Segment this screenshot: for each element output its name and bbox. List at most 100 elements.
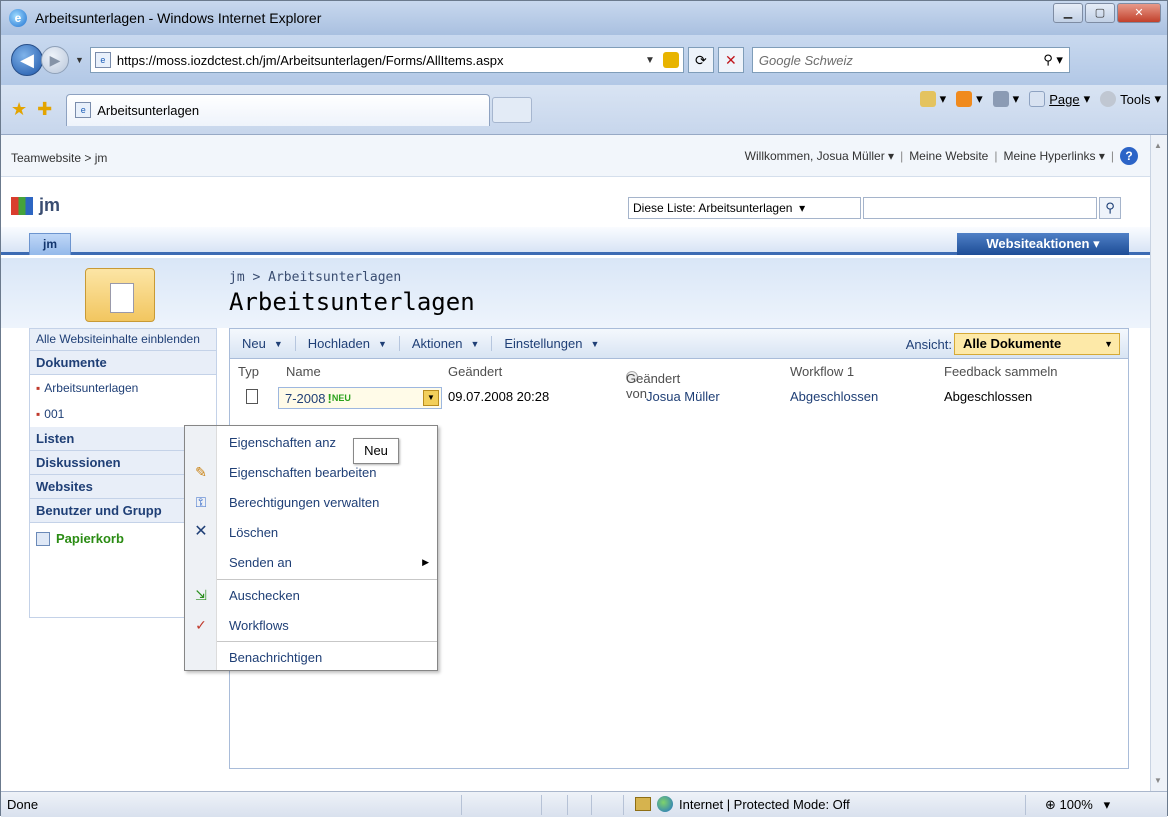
search-icon[interactable]: ⚲ ▾	[1043, 52, 1063, 68]
address-bar: ◀ ▶ ▼ e https://moss.iozdctest.ch/jm/Arb…	[1, 35, 1167, 85]
print-button[interactable]: ▾	[992, 91, 1019, 107]
zoom-level[interactable]: ⊕ 100% ▾	[1045, 797, 1110, 813]
back-button[interactable]: ◀	[11, 44, 43, 76]
url-text[interactable]: https://moss.iozdctest.ch/jm/Arbeitsunte…	[117, 53, 641, 68]
rss-icon	[956, 91, 973, 107]
site-search-button[interactable]: ⚲	[1099, 197, 1121, 219]
new-menu[interactable]: Neu ▼	[230, 336, 296, 351]
menu-check-out[interactable]: ⇲ Auschecken	[185, 581, 437, 609]
recycle-bin-icon	[36, 531, 50, 546]
menu-workflows[interactable]: ✓ Workflows	[185, 611, 437, 639]
col-name[interactable]: Name	[286, 364, 321, 379]
ql-item-arbeitsunterlagen[interactable]: ▪ Arbeitsunterlagen	[30, 375, 216, 401]
menu-alert-me[interactable]: Benachrichtigen	[185, 643, 437, 671]
delete-icon: ✕	[194, 523, 208, 540]
all-content-link[interactable]: Alle Websiteinhalte einblenden	[30, 329, 216, 351]
folder-icon	[85, 268, 155, 322]
refresh-button[interactable]: ⟳	[687, 47, 714, 73]
workflow-icon: ✓	[195, 617, 207, 633]
my-site-link[interactable]: Meine Website	[909, 149, 988, 163]
search-field[interactable]: Google Schweiz ⚲ ▾	[751, 47, 1070, 73]
site-logo[interactable]: jm	[11, 195, 60, 216]
item-modified-by[interactable]: Josua Müller	[646, 389, 720, 404]
item-name[interactable]: 7-2008	[279, 391, 325, 406]
welcome-menu[interactable]: Willkommen, Josua Müller ▾	[745, 149, 894, 163]
forward-button[interactable]: ▶	[41, 46, 69, 74]
document-icon[interactable]	[246, 389, 258, 404]
col-feedback[interactable]: Feedback sammeln	[944, 364, 1057, 379]
search-placeholder: Google Schweiz	[758, 52, 853, 68]
view-label: Ansicht:	[905, 337, 952, 352]
col-workflow[interactable]: Workflow 1	[790, 364, 854, 379]
url-dropdown-icon[interactable]: ▼	[645, 55, 655, 66]
site-actions-menu[interactable]: Websiteaktionen ▾	[957, 233, 1129, 255]
minimize-button[interactable]: ▁	[1053, 3, 1083, 23]
maximize-button[interactable]: ▢	[1085, 3, 1115, 23]
upload-menu[interactable]: Hochladen ▼	[296, 336, 400, 351]
column-headers: Typ Name Geändert Geändert von Workflow …	[238, 363, 1058, 402]
menu-delete[interactable]: ✕ Löschen	[185, 518, 437, 546]
menu-manage-permissions[interactable]: ⚿ Berechtigungen verwalten	[185, 488, 437, 516]
tab-title: Arbeitsunterlagen	[97, 102, 200, 118]
status-text: Done	[7, 797, 39, 812]
add-favorite-icon[interactable]: ✚	[37, 99, 52, 120]
menu-send-to[interactable]: Senden an ▶	[185, 548, 437, 576]
item-workflow[interactable]: Abgeschlossen	[790, 389, 878, 404]
menu-edit-properties[interactable]: ✎ Eigenschaften bearbeiten	[185, 458, 437, 486]
protected-mode-icon	[635, 797, 651, 811]
new-tab-button[interactable]	[492, 96, 533, 123]
permissions-icon: ⚿	[195, 494, 207, 510]
site-header: jm Diese Liste: Arbeitsunterlagen ▾ ⚲	[1, 177, 1150, 227]
view-select[interactable]: Alle Dokumente ▼	[954, 333, 1120, 355]
top-nav: jm Websiteaktionen ▾	[1, 227, 1150, 255]
search-scope-select[interactable]: Diese Liste: Arbeitsunterlagen ▾	[628, 197, 861, 219]
global-links-bar: Teamwebsite > jm Willkommen, Josua Mülle…	[1, 135, 1150, 177]
page-breadcrumb[interactable]: jm > Arbeitsunterlagen	[229, 270, 401, 285]
page-menu[interactable]: Page ▾	[1029, 91, 1090, 107]
menu-view-properties[interactable]: Eigenschaften anz	[185, 428, 437, 456]
globe-icon	[657, 796, 673, 812]
url-field[interactable]: e https://moss.iozdctest.ch/jm/Arbeitsun…	[89, 47, 684, 73]
item-name-box[interactable]: 7-2008 ! NEU ▼	[278, 387, 442, 409]
col-type[interactable]: Typ	[238, 364, 259, 379]
table-row: 7-2008 ! NEU ▼ 09.07.2008 20:28 Josua Mü…	[230, 385, 1128, 409]
page-title: Arbeitsunterlagen	[229, 288, 475, 316]
browser-tab[interactable]: e Arbeitsunterlagen	[66, 93, 491, 126]
gear-icon	[1100, 91, 1117, 107]
global-breadcrumb[interactable]: Teamwebsite > jm	[11, 151, 107, 165]
list-toolbar: Neu ▼ Hochladen ▼ Aktionen ▼ Einstellungen ▼…	[230, 329, 1128, 359]
feeds-button[interactable]: ▾	[956, 91, 983, 107]
home-icon	[919, 91, 936, 107]
help-icon[interactable]: ?	[1120, 147, 1138, 165]
people-icon	[11, 196, 33, 215]
browser-window: e Arbeitsunterlagen - Windows Internet E…	[0, 0, 1168, 817]
ql-item-001[interactable]: ▪ 001	[30, 401, 216, 427]
item-modified: 09.07.2008 20:28	[448, 389, 550, 404]
vertical-scrollbar[interactable]: ▲ ▼	[1150, 135, 1167, 791]
item-menu-dropdown[interactable]: ▼	[423, 390, 439, 406]
home-button[interactable]: ▾	[919, 91, 946, 107]
lock-icon[interactable]	[662, 52, 679, 68]
ie-logo-icon: e	[9, 9, 27, 27]
actions-menu[interactable]: Aktionen ▼	[400, 336, 493, 351]
tab-bar: ★ ✚ e Arbeitsunterlagen ▾ ▾ ▾ Page ▾ Tool…	[1, 85, 1167, 135]
stop-button[interactable]: ✕	[717, 47, 744, 73]
col-modified[interactable]: Geändert	[448, 364, 502, 379]
history-dropdown-icon[interactable]: ▼	[75, 55, 84, 65]
tools-menu[interactable]: Tools ▾	[1100, 91, 1161, 107]
page-title-area: jm > Arbeitsunterlagen Arbeitsunterlagen	[1, 258, 1150, 328]
tab-jm[interactable]: jm	[29, 233, 71, 255]
printer-icon	[992, 91, 1009, 107]
status-bar: Done Internet | Protected Mode: Off ⊕ 10…	[1, 791, 1167, 817]
page-menu-icon	[1029, 91, 1046, 107]
documents-heading[interactable]: Dokumente	[30, 351, 216, 375]
tooltip: Neu	[353, 438, 399, 464]
close-button[interactable]: ✕	[1117, 3, 1161, 23]
site-search-input[interactable]	[863, 197, 1097, 219]
window-title: Arbeitsunterlagen - Windows Internet Exp…	[35, 10, 322, 26]
settings-menu[interactable]: Einstellungen ▼	[492, 336, 611, 351]
item-feedback[interactable]: Abgeschlossen	[944, 389, 1032, 404]
my-links-menu[interactable]: Meine Hyperlinks ▾	[1003, 149, 1104, 163]
security-zone[interactable]: Internet | Protected Mode: Off	[635, 796, 850, 812]
favorites-star-icon[interactable]: ★	[11, 99, 27, 120]
